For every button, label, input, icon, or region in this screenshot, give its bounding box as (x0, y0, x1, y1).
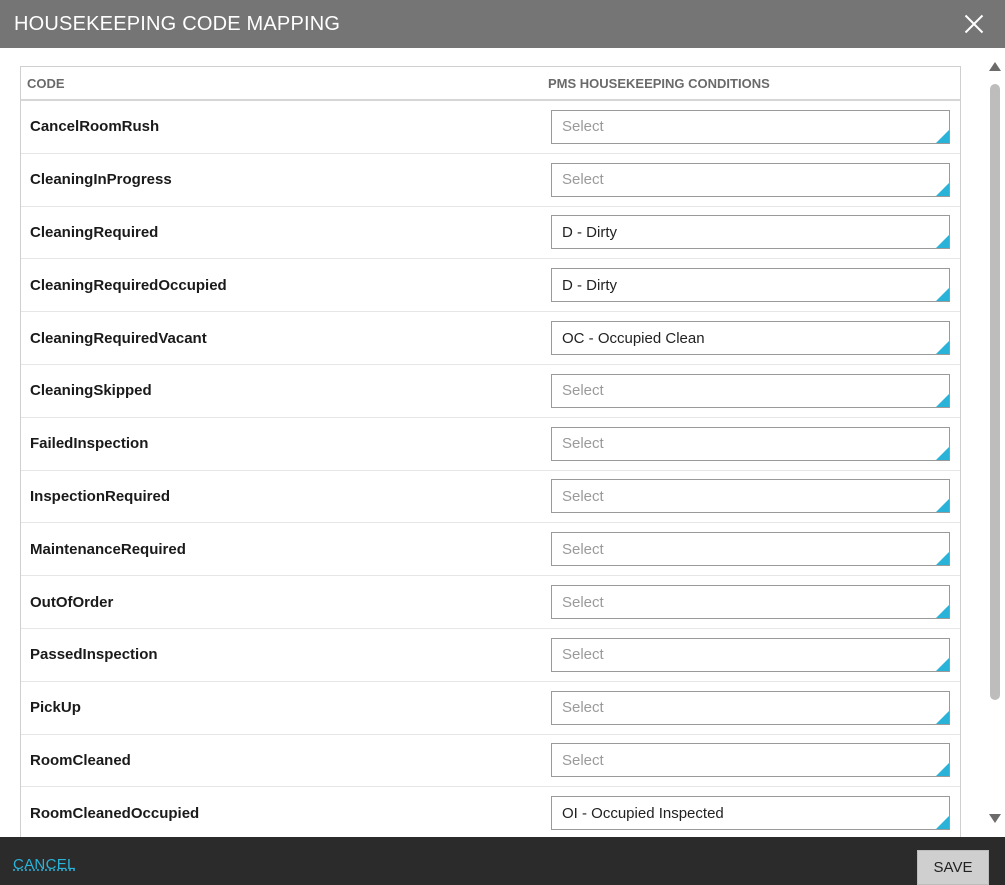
dropdown-corner-icon (936, 341, 949, 355)
column-header-code: CODE (27, 75, 65, 91)
condition-select-value: OI - Occupied Inspected (562, 804, 724, 822)
row-code-label: FailedInspection (30, 435, 149, 453)
condition-select[interactable]: Select (551, 690, 950, 725)
row-code-label: CleaningSkipped (30, 382, 152, 400)
condition-select-value: Select (562, 118, 604, 136)
row-code-label: InspectionRequired (30, 487, 171, 505)
condition-select-value: D - Dirty (562, 223, 617, 241)
condition-select[interactable]: D - Dirty (551, 268, 950, 303)
table-row: RoomCleanedOccupied OI - Occupied Inspect… (21, 787, 960, 837)
row-code-label: CleaningInProgress (30, 171, 172, 189)
condition-select[interactable]: OC - Occupied Clean (551, 321, 950, 356)
mapping-table: CODE PMS HOUSEKEEPING CONDITIONS CancelR… (20, 66, 961, 837)
condition-select-value: Select (562, 751, 604, 769)
row-code-label: CleaningRequiredVacant (30, 329, 207, 347)
condition-select[interactable]: Select (551, 162, 950, 197)
scrollbar[interactable] (985, 48, 1005, 837)
condition-select-value: Select (562, 540, 604, 558)
dropdown-corner-icon (936, 129, 949, 143)
table-row: CleaningSkipped Select (21, 365, 960, 418)
condition-select-value: Select (562, 593, 604, 611)
dropdown-corner-icon (936, 552, 949, 566)
condition-select-value: Select (562, 435, 604, 453)
scrollbar-thumb[interactable] (990, 84, 1000, 700)
column-header-conditions: PMS HOUSEKEEPING CONDITIONS (548, 75, 770, 91)
dropdown-corner-icon (936, 499, 949, 513)
dialog-footer: CANCEL SAVE (0, 837, 1005, 885)
table-row: OutOfOrder Select (21, 576, 960, 629)
condition-select[interactable]: Select (551, 532, 950, 567)
dropdown-corner-icon (936, 605, 949, 619)
dropdown-corner-icon (936, 235, 949, 249)
table-row: MaintenanceRequired Select (21, 523, 960, 577)
condition-select-value: Select (562, 487, 604, 505)
save-button[interactable]: SAVE (917, 850, 989, 885)
table-row: InspectionRequired Select (21, 471, 960, 524)
table-row: CleaningInProgress Select (21, 154, 960, 207)
condition-select[interactable]: Select (551, 743, 950, 778)
condition-select[interactable]: Select (551, 373, 950, 408)
row-code-label: CleaningRequiredOccupied (30, 276, 227, 294)
row-code-label: OutOfOrder (30, 593, 114, 611)
row-code-label: RoomCleanedOccupied (30, 804, 200, 822)
row-code-label: RoomCleaned (30, 751, 131, 769)
dropdown-corner-icon (936, 763, 949, 777)
condition-select[interactable]: OI - Occupied Inspected (551, 796, 950, 831)
condition-select[interactable]: D - Dirty (551, 215, 950, 250)
condition-select[interactable]: Select (551, 585, 950, 620)
dialog-titlebar: HOUSEKEEPING CODE MAPPING (0, 0, 1005, 48)
dropdown-corner-icon (936, 657, 949, 671)
dropdown-corner-icon (936, 446, 949, 460)
close-icon[interactable] (963, 13, 985, 35)
table-row: CleaningRequiredOccupied D - Dirty (21, 259, 960, 313)
dialog-content: CODE PMS HOUSEKEEPING CONDITIONS CancelR… (0, 48, 1005, 837)
scroll-up-arrow-icon[interactable] (989, 62, 1001, 71)
cancel-button[interactable]: CANCEL (13, 856, 76, 873)
dropdown-corner-icon (936, 816, 949, 830)
scroll-down-arrow-icon[interactable] (989, 814, 1001, 823)
condition-select-value: Select (562, 171, 604, 189)
table-row: CleaningRequiredVacant OC - Occupied Clea… (21, 312, 960, 365)
table-row: CleaningRequired D - Dirty (21, 207, 960, 260)
dropdown-corner-icon (936, 393, 949, 407)
condition-select-value: OC - Occupied Clean (562, 329, 705, 347)
dialog-title: HOUSEKEEPING CODE MAPPING (14, 12, 341, 35)
dropdown-corner-icon (936, 182, 949, 196)
table-header: CODE PMS HOUSEKEEPING CONDITIONS (21, 67, 960, 101)
condition-select-value: Select (562, 646, 604, 664)
table-row: PickUp Select (21, 682, 960, 735)
row-code-label: CancelRoomRush (30, 118, 160, 136)
row-code-label: PickUp (30, 699, 81, 717)
table-row: CancelRoomRush Select (21, 101, 960, 154)
dropdown-corner-icon (936, 288, 949, 302)
table-row: FailedInspection Select (21, 418, 960, 471)
condition-select[interactable]: Select (551, 637, 950, 672)
condition-select[interactable]: Select (551, 479, 950, 514)
row-code-label: CleaningRequired (30, 223, 159, 241)
row-code-label: PassedInspection (30, 646, 158, 664)
table-body: CancelRoomRush Select CleaningInProgress Se… (21, 101, 960, 837)
dropdown-corner-icon (936, 710, 949, 724)
condition-select[interactable]: Select (551, 426, 950, 461)
condition-select-value: D - Dirty (562, 276, 617, 294)
condition-select[interactable]: Select (551, 109, 950, 144)
condition-select-value: Select (562, 382, 604, 400)
row-code-label: MaintenanceRequired (30, 540, 186, 558)
table-row: RoomCleaned Select (21, 735, 960, 788)
condition-select-value: Select (562, 699, 604, 717)
table-row: PassedInspection Select (21, 629, 960, 682)
